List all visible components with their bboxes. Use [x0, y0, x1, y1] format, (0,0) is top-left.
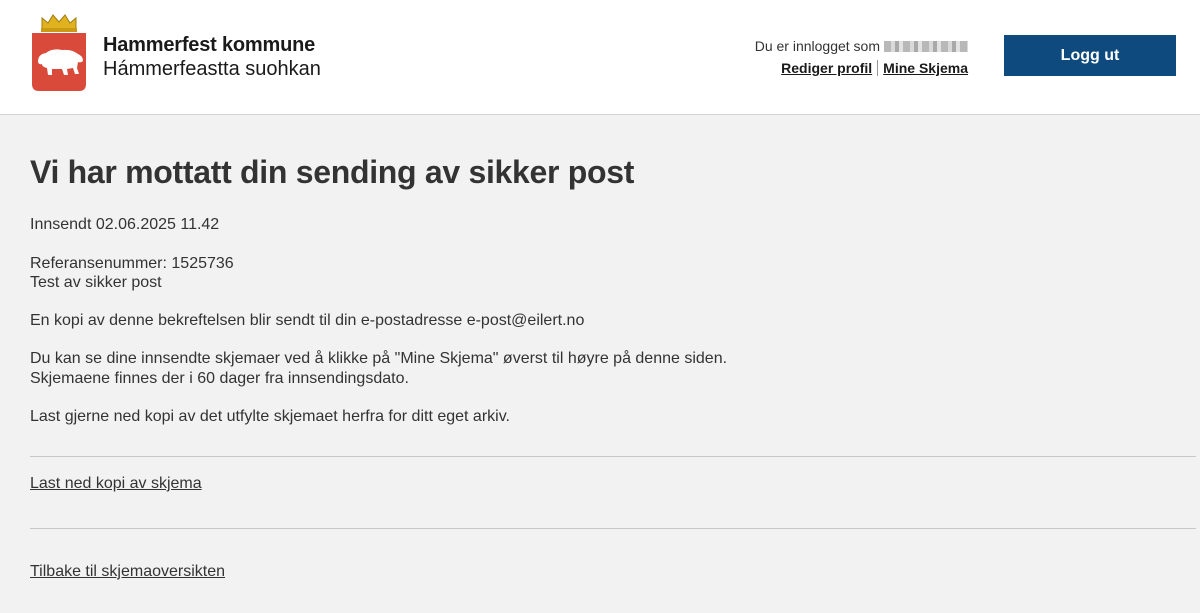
info-line-2: Skjemaene finnes der i 60 dager fra inns…	[30, 370, 409, 387]
my-forms-link[interactable]: Mine Skjema	[883, 60, 968, 76]
redacted-username	[884, 41, 968, 52]
site-header: Hammerfest kommune Hámmerfeastta suohkan…	[0, 0, 1200, 115]
edit-profile-link[interactable]: Rediger profil	[781, 60, 872, 76]
user-box: Du er innlogget som Rediger profil Mine S…	[640, 37, 968, 77]
logged-in-status: Du er innlogget som	[640, 37, 968, 55]
copy-notice: En kopi av denne bekreftelsen blir sendt…	[30, 312, 585, 329]
download-hint: Last gjerne ned kopi av det utfylte skje…	[30, 408, 510, 425]
hammerfest-coat-of-arms-logo[interactable]	[30, 12, 88, 92]
submitted-timestamp: Innsendt 02.06.2025 11.42	[30, 216, 220, 233]
link-separator	[877, 60, 879, 76]
info-line-1: Du kan se dine innsendte skjemaer ved å …	[30, 350, 728, 367]
org-name-sami: Hámmerfeastta suohkan	[103, 58, 321, 80]
divider-top	[30, 456, 1196, 457]
user-links: Rediger profil Mine Skjema	[640, 59, 968, 77]
download-copy-link[interactable]: Last ned kopi av skjema	[30, 475, 202, 493]
logged-in-label: Du er innlogget som	[754, 38, 880, 54]
back-to-overview-link[interactable]: Tilbake til skjemaoversikten	[30, 563, 225, 581]
org-title: Hammerfest kommune Hámmerfeastta suohkan	[103, 33, 321, 81]
divider-bottom	[30, 528, 1196, 529]
org-name: Hammerfest kommune	[103, 34, 316, 56]
submission-subject: Test av sikker post	[30, 274, 162, 291]
page-title: Vi har mottatt din sending av sikker pos…	[30, 154, 635, 190]
logout-button[interactable]: Logg ut	[1004, 35, 1176, 76]
reference-number: Referansenummer: 1525736	[30, 255, 234, 272]
